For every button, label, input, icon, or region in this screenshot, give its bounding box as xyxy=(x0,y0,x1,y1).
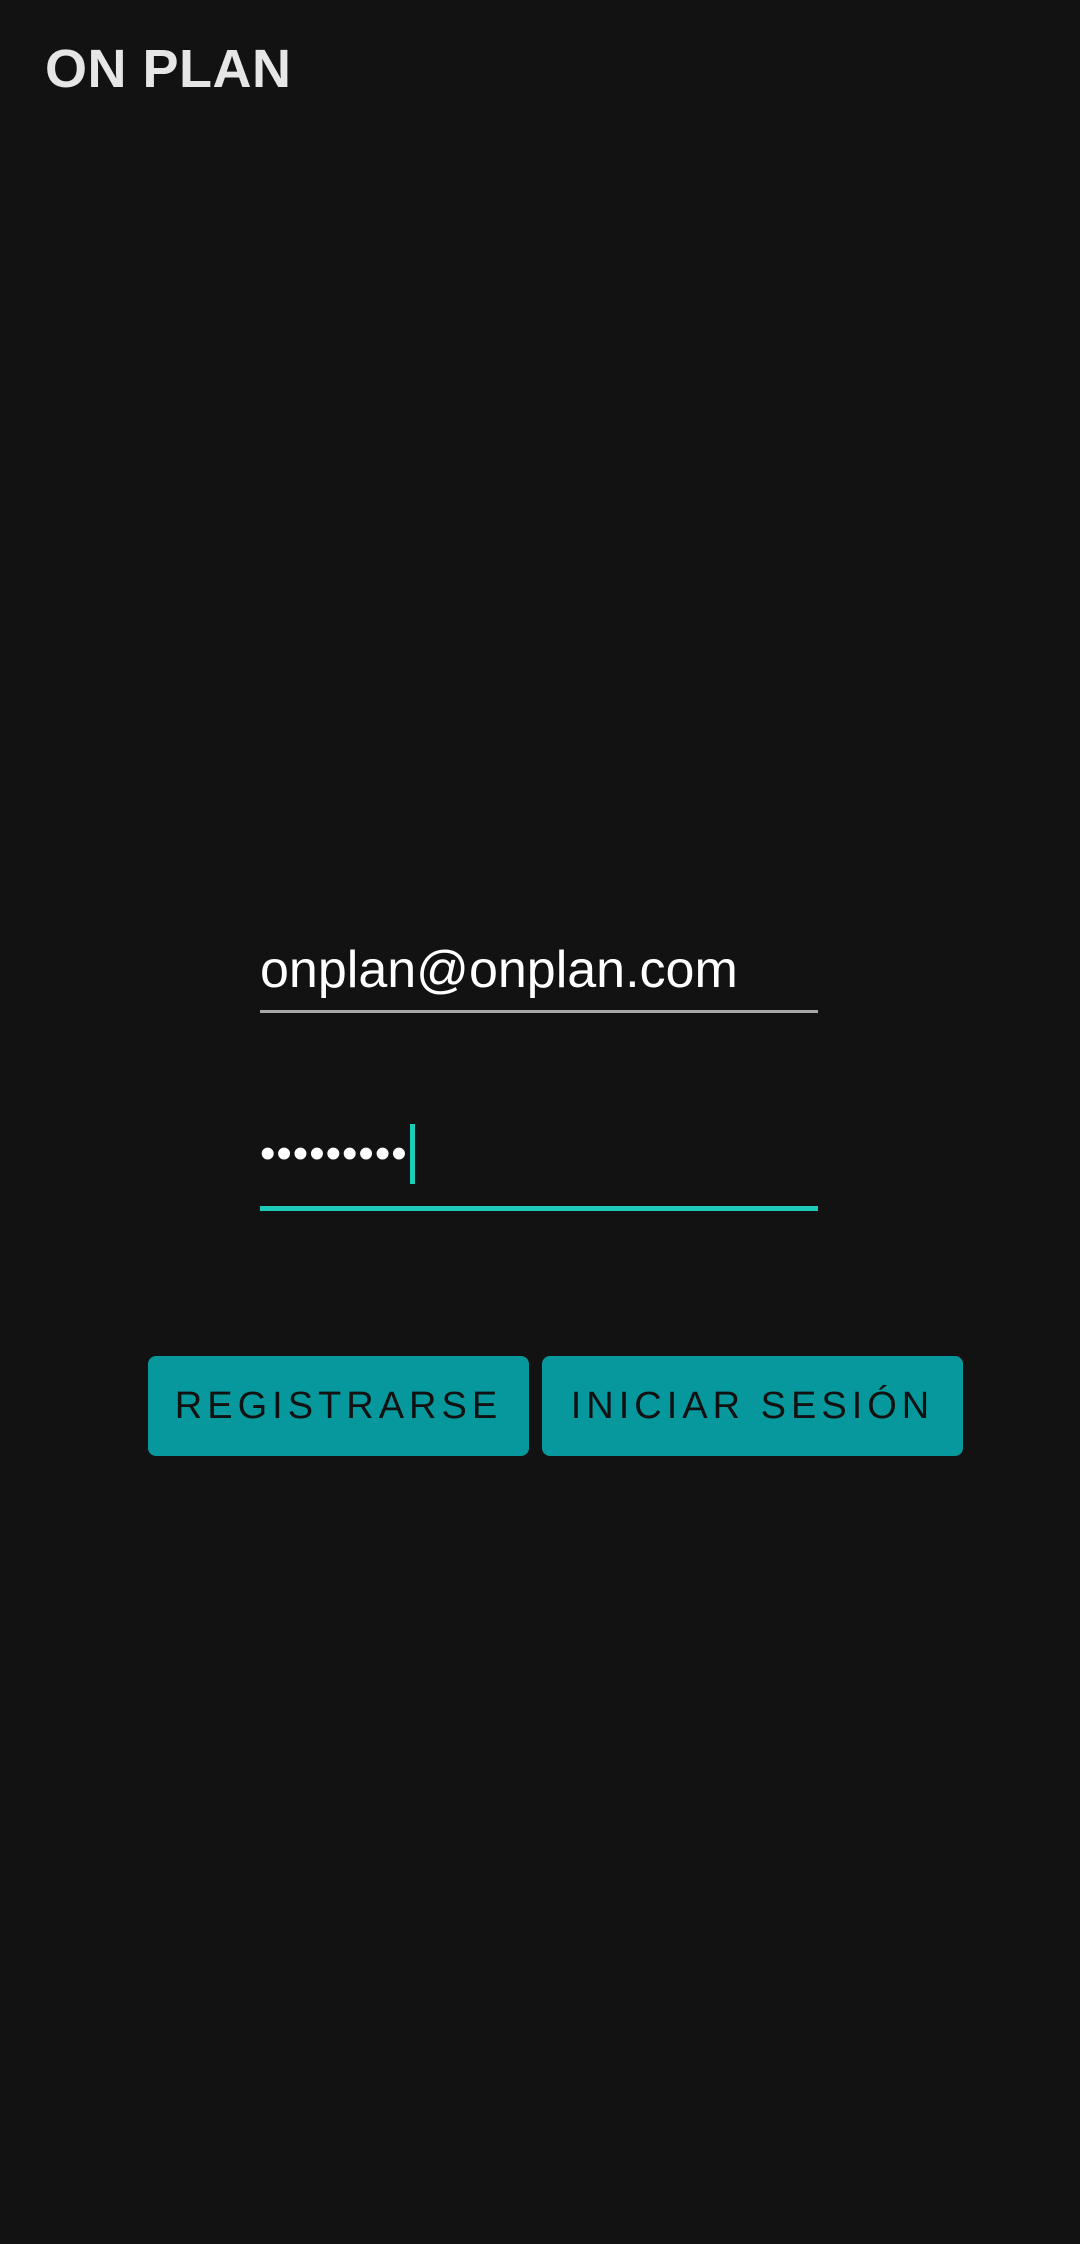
app-bar: ON PLAN xyxy=(0,0,1080,140)
text-cursor xyxy=(409,1124,415,1184)
email-value: onplan@onplan.com xyxy=(260,941,738,999)
login-button[interactable]: INICIAR SESIÓN xyxy=(542,1356,963,1456)
app-title: ON PLAN xyxy=(45,39,292,99)
email-field[interactable]: onplan@onplan.com xyxy=(260,920,818,1013)
password-masked-value: ••••••••• xyxy=(260,1129,408,1178)
login-screen: ON PLAN onplan@onplan.com ••••••••• REGI… xyxy=(0,0,1080,2244)
password-field[interactable]: ••••••••• xyxy=(260,1110,818,1211)
password-value-wrapper: ••••••••• xyxy=(260,1124,415,1184)
register-button[interactable]: REGISTRARSE xyxy=(148,1356,529,1456)
